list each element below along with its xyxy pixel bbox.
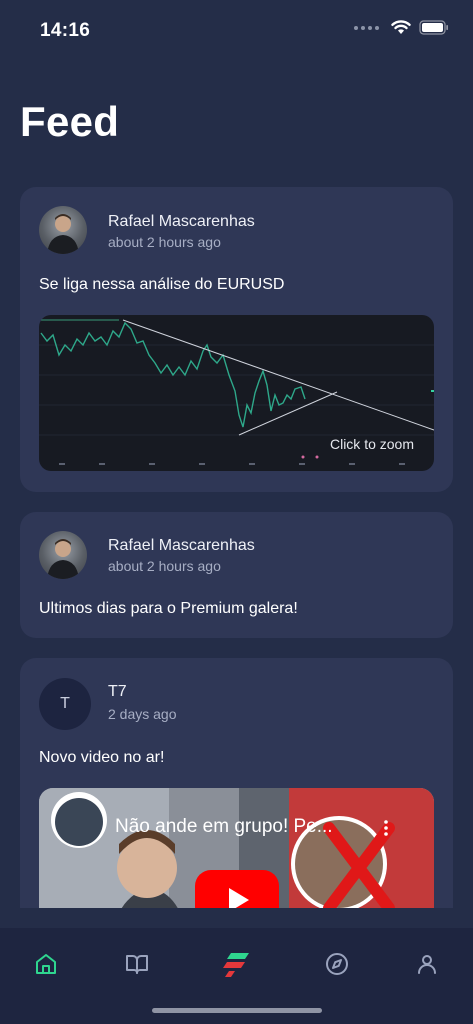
post-chart-image[interactable]: Click to zoom <box>39 315 434 471</box>
post-author[interactable]: Rafael Mascarenhas <box>108 213 255 231</box>
play-icon <box>229 888 249 908</box>
avatar-photo-icon <box>47 214 79 254</box>
post-card[interactable]: T T7 2 days ago Novo video no ar! Não an… <box>20 658 453 908</box>
avatar-photo-icon <box>47 539 79 579</box>
avatar[interactable] <box>39 206 87 254</box>
click-to-zoom-label[interactable]: Click to zoom <box>330 436 414 452</box>
post-time: 2 days ago <box>108 706 177 722</box>
tab-home[interactable] <box>26 944 66 984</box>
post-time: about 2 hours ago <box>108 558 221 574</box>
logo-icon <box>223 953 249 977</box>
post-card[interactable]: Rafael Mascarenhas about 2 hours ago Se … <box>20 187 453 492</box>
feed-list[interactable]: Rafael Mascarenhas about 2 hours ago Se … <box>0 0 473 908</box>
tab-courses[interactable] <box>117 944 157 984</box>
video-title[interactable]: Não ande em grupo! Pe... <box>115 816 333 838</box>
post-text: Ultimos dias para o Premium galera! <box>39 600 298 617</box>
post-author[interactable]: Rafael Mascarenhas <box>108 537 255 555</box>
post-card[interactable]: Rafael Mascarenhas about 2 hours ago Ult… <box>20 512 453 638</box>
youtube-play-button[interactable] <box>195 870 279 908</box>
compass-icon <box>326 953 348 975</box>
post-video[interactable]: Não ande em grupo! Pe... <box>39 788 434 908</box>
profile-icon <box>418 955 436 974</box>
post-text: Se liga nessa análise do EURUSD <box>39 276 285 293</box>
home-icon <box>36 954 56 974</box>
post-author[interactable]: T7 <box>108 683 127 701</box>
tab-explore[interactable] <box>317 944 357 984</box>
tab-profile[interactable] <box>407 944 447 984</box>
avatar[interactable] <box>39 531 87 579</box>
book-icon <box>126 955 148 974</box>
post-time: about 2 hours ago <box>108 234 221 250</box>
home-indicator[interactable] <box>152 1008 322 1013</box>
post-text: Novo video no ar! <box>39 749 165 766</box>
tab-brand[interactable] <box>216 944 256 984</box>
avatar[interactable]: T <box>39 678 91 730</box>
